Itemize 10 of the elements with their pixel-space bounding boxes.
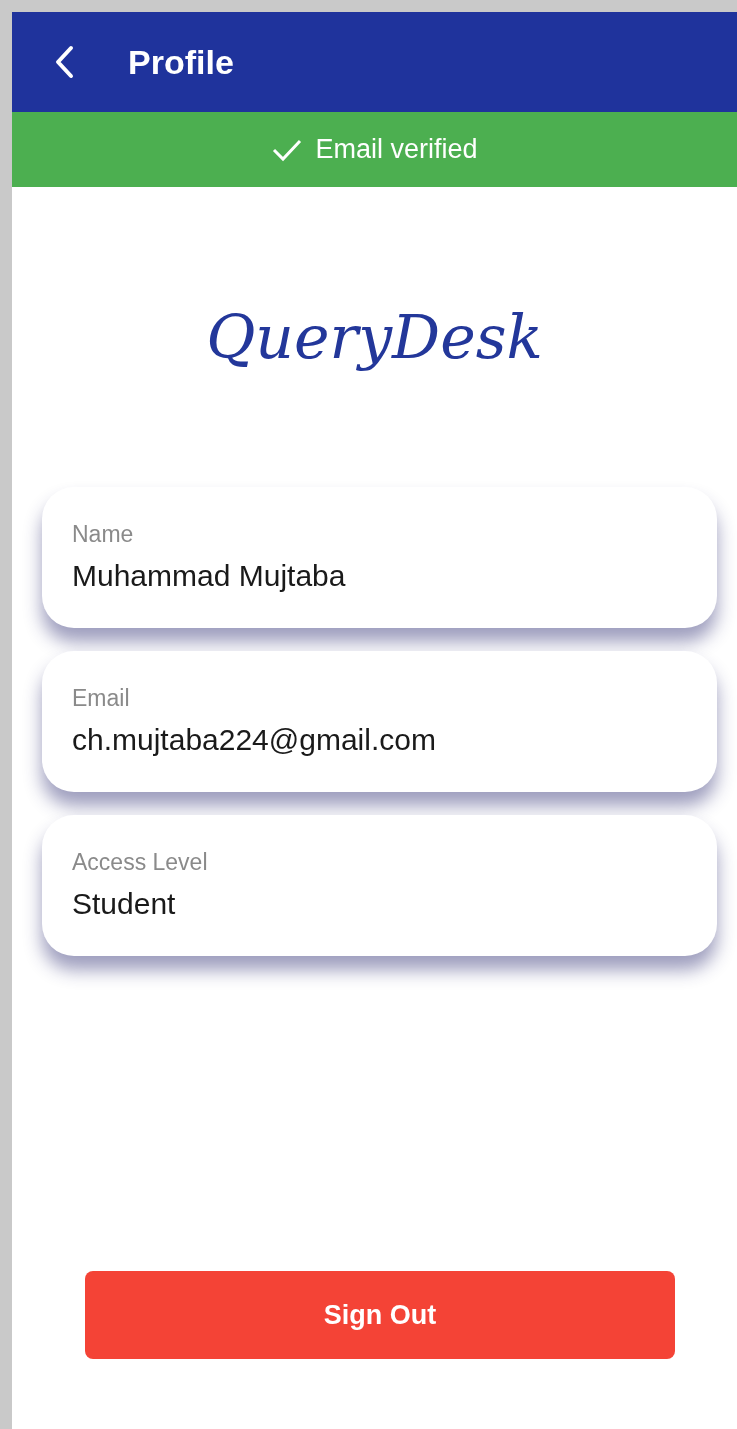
field-label: Access Level [72,847,209,877]
field-value: Student [72,886,177,923]
field-value: Muhammad Mujtaba [72,558,347,595]
app-logo: QueryDesk [206,301,543,374]
field-label: Email [72,683,131,713]
banner-text: Email verified [315,133,478,167]
sign-out-button[interactable]: Sign Out [85,1271,675,1359]
field-label: Name [72,519,135,549]
field-value: ch.mujtaba224@gmail.com [72,722,437,759]
screen-title: Profile [128,41,234,83]
